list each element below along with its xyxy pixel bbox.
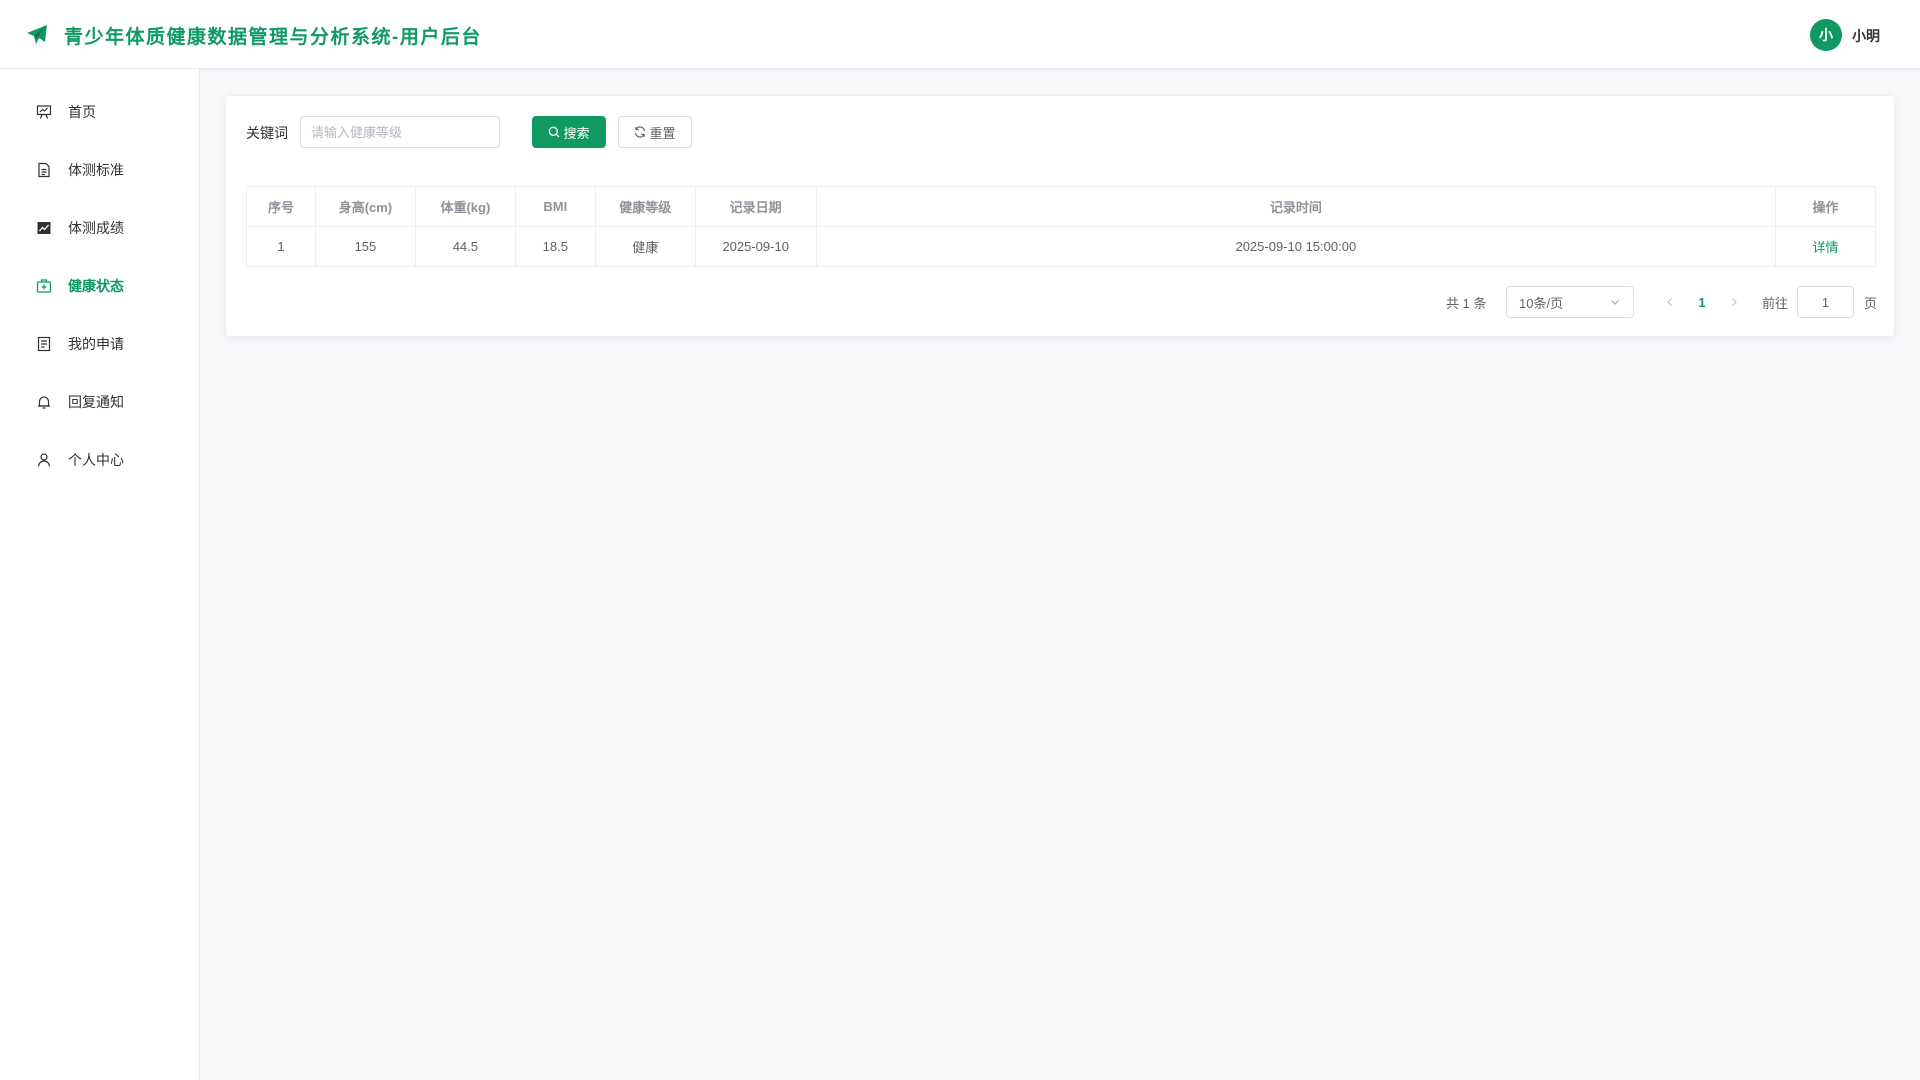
sidebar-item-label: 我的申请 (68, 336, 124, 352)
top-header: 青少年体质健康数据管理与分析系统-用户后台 小 小明 (0, 0, 1920, 69)
sidebar-item-label: 体测标准 (68, 162, 124, 178)
sidebar-item-label: 首页 (68, 104, 96, 120)
health-status-table: 序号 身高(cm) 体重(kg) BMI 健康等级 记录日期 记录时间 操作 1… (246, 186, 1876, 267)
cell-height: 155 (314, 226, 416, 267)
sidebar-item-my-applications[interactable]: 我的申请 (0, 315, 199, 373)
sidebar-item-home[interactable]: 首页 (0, 83, 199, 141)
reset-button-label: 重置 (649, 125, 676, 141)
avatar[interactable]: 小 (1810, 19, 1842, 51)
column-header: 身高(cm) (314, 186, 416, 227)
search-icon (549, 126, 560, 138)
first-aid-kit-icon (35, 277, 53, 295)
column-header: 记录时间 (815, 186, 1777, 227)
search-button-label: 搜索 (563, 125, 590, 141)
keyword-label: 关键词 (246, 125, 288, 141)
cell-time: 2025-09-10 15:00:00 (815, 226, 1777, 267)
sidebar-item-health-status[interactable]: 健康状态 (0, 257, 199, 315)
pagination-total: 共 1 条 (1446, 296, 1487, 311)
app-title: 青少年体质健康数据管理与分析系统-用户后台 (64, 27, 482, 48)
chevron-left-icon (1667, 298, 1672, 306)
goto-label: 前往 (1762, 296, 1789, 311)
user-icon (35, 451, 53, 469)
trend-chart-icon (35, 219, 53, 237)
tickets-icon (35, 335, 53, 353)
column-header: 记录日期 (694, 186, 817, 227)
table-header-row: 序号 身高(cm) 体重(kg) BMI 健康等级 记录日期 记录时间 操作 (246, 186, 1876, 227)
goto-page-input[interactable] (1797, 286, 1854, 318)
column-header: 健康等级 (594, 186, 696, 227)
refresh-icon (635, 126, 646, 138)
keyword-input[interactable] (300, 116, 500, 148)
table-row: 1 155 44.5 18.5 健康 2025-09-10 2025-09-10… (246, 226, 1876, 267)
page-size-select[interactable]: 10条/页 (1506, 286, 1634, 318)
presentation-chart-icon (35, 103, 53, 121)
cell-date: 2025-09-10 (694, 226, 817, 267)
reset-button[interactable]: 重置 (618, 116, 692, 148)
page-unit-label: 页 (1864, 296, 1878, 311)
column-header: 体重(kg) (414, 186, 516, 227)
paper-plane-icon (27, 25, 47, 44)
chevron-right-icon (1732, 298, 1737, 306)
prev-page-button[interactable] (1658, 286, 1682, 318)
page-size-value: 10条/页 (1519, 295, 1564, 311)
cell-index: 1 (246, 226, 316, 267)
bell-icon (35, 393, 53, 411)
sidebar-item-fitness-standard[interactable]: 体测标准 (0, 141, 199, 199)
sidebar-item-label: 体测成绩 (68, 220, 124, 236)
document-icon (35, 161, 53, 179)
cell-bmi: 18.5 (514, 226, 596, 267)
sidebar-item-fitness-scores[interactable]: 体测成绩 (0, 199, 199, 257)
search-button[interactable]: 搜索 (532, 116, 606, 148)
column-header: 序号 (246, 186, 316, 227)
detail-link[interactable]: 详情 (1813, 240, 1839, 255)
sidebar: 首页 体测标准 体测成绩 健康状态 我的申请 回复通知 个人中心 (0, 69, 200, 1080)
chevron-down-icon (1611, 300, 1619, 305)
cell-weight: 44.5 (414, 226, 516, 267)
content-card: 关键词 搜索 重置 序号 身高(cm) 体重(kg) BMI 健康等级 记录日期… (225, 95, 1895, 337)
username[interactable]: 小明 (1852, 26, 1880, 46)
sidebar-item-profile[interactable]: 个人中心 (0, 431, 199, 489)
cell-action: 详情 (1775, 226, 1876, 267)
sidebar-item-label: 回复通知 (68, 394, 124, 410)
sidebar-item-label: 个人中心 (68, 452, 124, 468)
column-header: BMI (514, 186, 596, 227)
cell-level: 健康 (594, 226, 696, 267)
sidebar-item-label: 健康状态 (68, 278, 124, 294)
sidebar-item-reply-notice[interactable]: 回复通知 (0, 373, 199, 431)
page-number-1[interactable]: 1 (1690, 286, 1714, 318)
next-page-button[interactable] (1722, 286, 1746, 318)
column-header: 操作 (1775, 186, 1876, 227)
